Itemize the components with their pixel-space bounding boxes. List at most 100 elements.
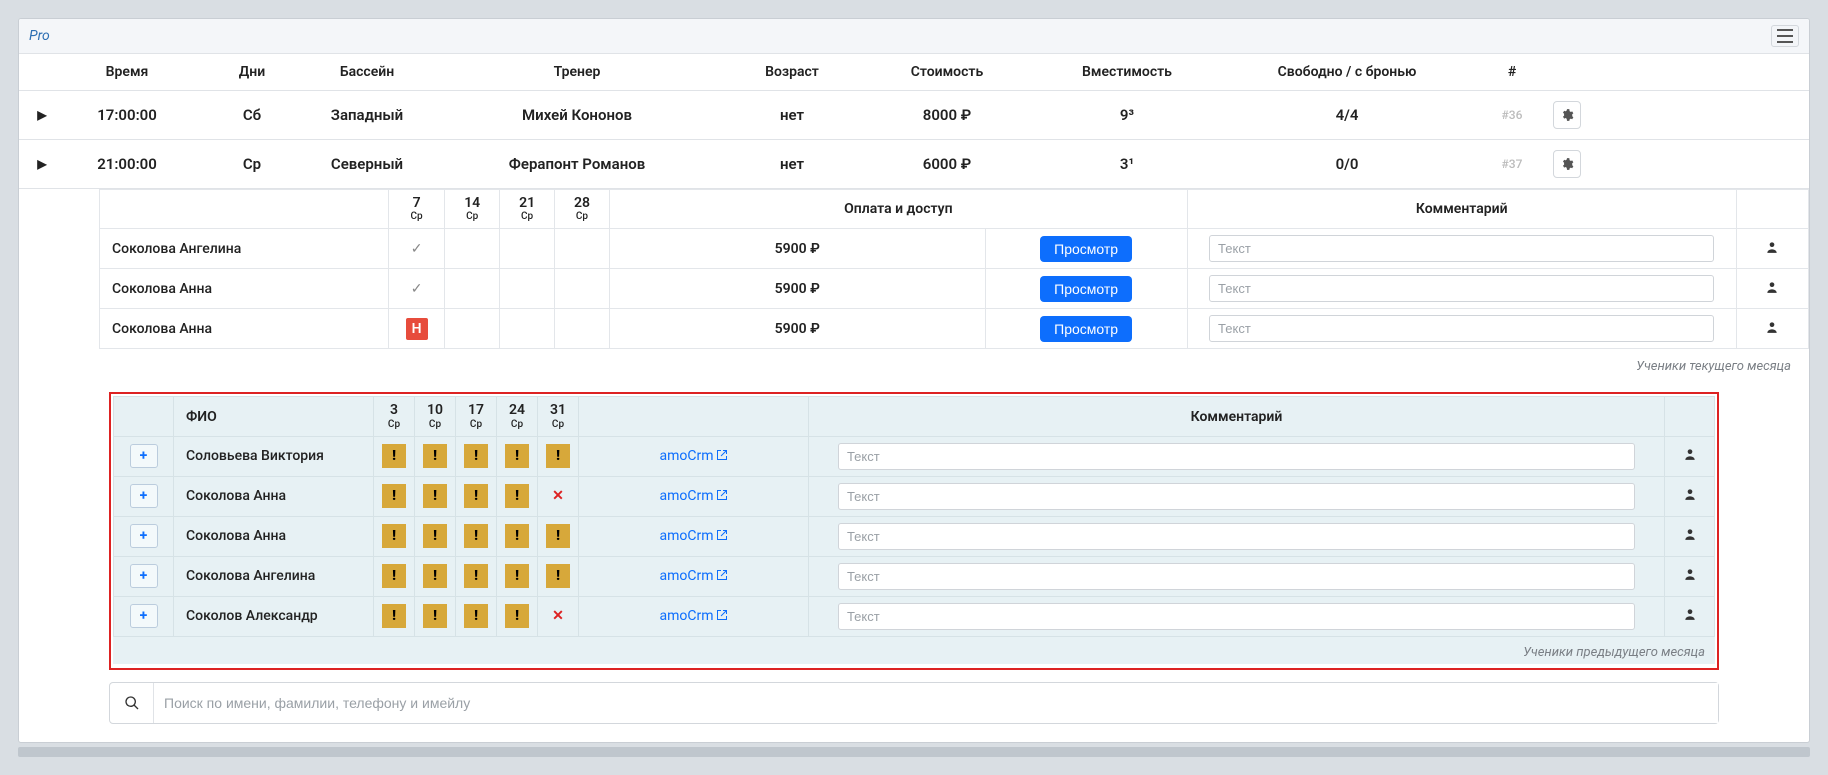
prev-attendance-cell[interactable]: ✕: [538, 476, 579, 516]
session-days: Сб: [197, 106, 307, 124]
attendance-cell[interactable]: ✓: [388, 269, 444, 309]
brand-title: Pro: [29, 28, 50, 44]
prev-comment-input[interactable]: [838, 603, 1635, 630]
attendance-cell[interactable]: ✓: [388, 229, 444, 269]
prev-comment-input[interactable]: [838, 483, 1635, 510]
person-icon[interactable]: [1665, 436, 1715, 476]
prev-attendance-cell[interactable]: !: [538, 436, 579, 476]
col-payment-access: Оплата и доступ: [609, 190, 1187, 229]
attendance-cell[interactable]: [445, 309, 500, 349]
amocrm-link[interactable]: amoCrm: [659, 568, 727, 584]
session-pool: Северный: [307, 155, 427, 173]
prev-attendance-cell[interactable]: !: [456, 476, 497, 516]
menu-button[interactable]: [1771, 25, 1799, 47]
col-date: 17Ср: [456, 397, 497, 436]
warning-icon: !: [464, 484, 488, 508]
add-student-button[interactable]: +: [130, 564, 158, 588]
amocrm-link[interactable]: amoCrm: [659, 448, 727, 464]
session-settings-button[interactable]: [1553, 101, 1581, 129]
current-students-table: 7Ср14Ср21Ср28СрОплата и доступКомментари…: [99, 189, 1809, 349]
session-time: 17:00:00: [57, 106, 197, 124]
prev-student-name: Соловьева Виктория: [174, 436, 374, 476]
attendance-cell[interactable]: [555, 269, 610, 309]
amocrm-link[interactable]: amoCrm: [659, 488, 727, 504]
student-price: 5900 ₽: [609, 309, 985, 349]
add-student-button[interactable]: +: [130, 484, 158, 508]
prev-attendance-cell[interactable]: !: [456, 556, 497, 596]
attendance-cell[interactable]: [555, 309, 610, 349]
attendance-cell[interactable]: Н: [388, 309, 444, 349]
attendance-cell[interactable]: [555, 229, 610, 269]
attendance-cell[interactable]: [500, 229, 555, 269]
person-icon[interactable]: [1665, 476, 1715, 516]
warning-icon: !: [423, 484, 447, 508]
student-row: Соколова АннаН5900 ₽Просмотр: [100, 309, 1809, 349]
session-hash: #37: [1477, 157, 1547, 171]
comment-input[interactable]: [1209, 275, 1714, 302]
prev-student-name: Соколова Анна: [174, 476, 374, 516]
session-trainer: Михей Кононов: [427, 106, 727, 124]
attendance-cell[interactable]: [500, 309, 555, 349]
amocrm-link[interactable]: amoCrm: [659, 608, 727, 624]
horizontal-scrollbar[interactable]: [18, 747, 1810, 757]
view-button[interactable]: Просмотр: [1040, 276, 1132, 302]
prev-attendance-cell[interactable]: !: [497, 516, 538, 556]
check-icon: ✓: [411, 241, 423, 257]
prev-attendance-cell[interactable]: !: [374, 556, 415, 596]
attendance-cell[interactable]: [445, 229, 500, 269]
prev-attendance-cell[interactable]: !: [497, 596, 538, 636]
prev-attendance-cell[interactable]: !: [374, 476, 415, 516]
prev-attendance-cell[interactable]: !: [538, 556, 579, 596]
current-footnote: Ученики текущего месяца: [19, 349, 1809, 386]
search-input[interactable]: [154, 683, 1718, 723]
person-icon[interactable]: [1736, 269, 1808, 309]
amocrm-link[interactable]: amoCrm: [659, 528, 727, 544]
prev-attendance-cell[interactable]: ✕: [538, 596, 579, 636]
prev-attendance-cell[interactable]: !: [456, 516, 497, 556]
expand-caret[interactable]: ▶: [27, 157, 57, 171]
prev-attendance-cell[interactable]: !: [497, 556, 538, 596]
prev-attendance-cell[interactable]: !: [456, 436, 497, 476]
col-date: 24Ср: [497, 397, 538, 436]
add-student-button[interactable]: +: [130, 524, 158, 548]
person-icon[interactable]: [1665, 556, 1715, 596]
prev-attendance-cell[interactable]: !: [415, 556, 456, 596]
prev-attendance-cell[interactable]: !: [415, 436, 456, 476]
attendance-cell[interactable]: [500, 269, 555, 309]
prev-attendance-cell[interactable]: !: [374, 436, 415, 476]
person-icon[interactable]: [1736, 309, 1808, 349]
prev-comment-input[interactable]: [838, 523, 1635, 550]
prev-attendance-cell[interactable]: !: [538, 516, 579, 556]
warning-icon: !: [382, 604, 406, 628]
session-pool: Западный: [307, 106, 427, 124]
person-icon[interactable]: [1665, 596, 1715, 636]
prev-attendance-cell[interactable]: !: [415, 516, 456, 556]
prev-attendance-cell[interactable]: !: [374, 516, 415, 556]
prev-attendance-cell[interactable]: !: [415, 476, 456, 516]
previous-students-table: ФИО3Ср10Ср17Ср24Ср31СрКомментарий +Солов…: [113, 396, 1715, 636]
prev-comment-input[interactable]: [838, 443, 1635, 470]
attendance-cell[interactable]: [445, 269, 500, 309]
comment-input[interactable]: [1209, 235, 1714, 262]
prev-attendance-cell[interactable]: !: [497, 476, 538, 516]
comment-input[interactable]: [1209, 315, 1714, 342]
col-person: [1665, 397, 1715, 436]
expand-caret[interactable]: ▶: [27, 108, 57, 122]
warning-icon: !: [505, 564, 529, 588]
add-student-button[interactable]: +: [130, 604, 158, 628]
prev-attendance-cell[interactable]: !: [456, 596, 497, 636]
add-student-button[interactable]: +: [130, 444, 158, 468]
person-icon[interactable]: [1736, 229, 1808, 269]
prev-attendance-cell[interactable]: !: [374, 596, 415, 636]
view-button[interactable]: Просмотр: [1040, 316, 1132, 342]
view-button[interactable]: Просмотр: [1040, 236, 1132, 262]
col-date: 3Ср: [374, 397, 415, 436]
prev-attendance-cell[interactable]: !: [415, 596, 456, 636]
col-date: 21Ср: [500, 190, 555, 229]
prev-comment-input[interactable]: [838, 563, 1635, 590]
session-settings-button[interactable]: [1553, 150, 1581, 178]
person-icon[interactable]: [1665, 516, 1715, 556]
main-panel: Pro Время Дни Бассейн Тренер Возраст Сто…: [18, 18, 1810, 743]
session-age: нет: [727, 155, 857, 173]
prev-attendance-cell[interactable]: !: [497, 436, 538, 476]
